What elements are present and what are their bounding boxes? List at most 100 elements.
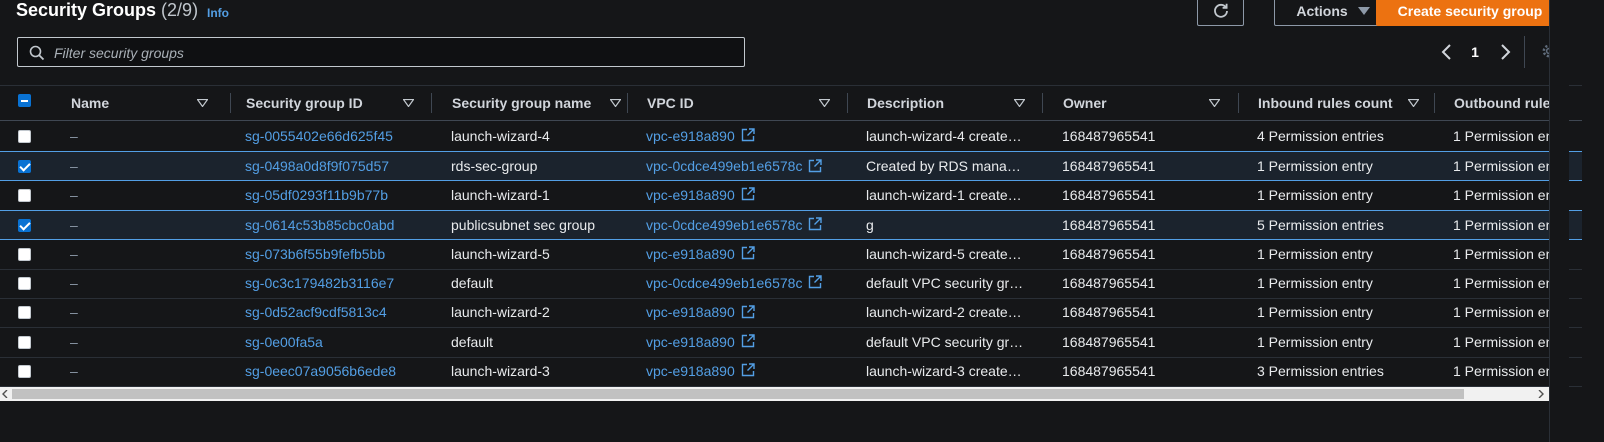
vpc-id-link[interactable]: vpc-e918a890 [646,328,841,357]
cell-text[interactable]: vpc-e918a890 [646,128,735,144]
external-link-icon[interactable] [741,304,755,319]
column-divider[interactable] [431,93,432,113]
table-row[interactable]: – sg-073b6f55b9fefb5bb launch-wizard-5 vpc-… [0,240,1582,270]
cell-text: 1 Permission entry [1453,275,1549,291]
scrollbar-thumb[interactable] [12,389,1464,399]
refresh-button[interactable] [1197,0,1244,26]
table-row[interactable]: – sg-0498a0d8f9f075d57 rds-sec-group vpc-0c… [0,151,1582,182]
column-divider[interactable] [1238,93,1239,113]
col-header-security-group-id[interactable]: Security group ID [246,86,416,120]
external-link-icon[interactable] [808,275,823,289]
cell-text[interactable]: sg-0e00fa5a [245,334,323,350]
cell-text[interactable]: sg-073b6f55b9fefb5bb [245,246,385,262]
actions-button[interactable]: Actions [1274,0,1392,26]
security-group-id-link[interactable]: sg-0498a0d8f9f075d57 [245,152,425,181]
scroll-left-icon[interactable] [2,390,8,398]
table-row[interactable]: – sg-0e00fa5a default vpc-e918a890 default V… [0,328,1582,358]
cell-text[interactable]: sg-0d52acf9cdf5813c4 [245,304,387,320]
chevron-right-icon[interactable] [1498,40,1512,64]
cell-outbound-rules-count: 1 Permission entry [1453,328,1549,357]
security-group-id-link[interactable]: sg-0eec07a9056b6ede8 [245,357,425,386]
cell-text[interactable]: sg-05df0293f11b9b77b [245,187,388,203]
create-security-group-button[interactable]: Create security group [1376,0,1564,26]
col-header-security-group-name[interactable]: Security group name [452,86,622,120]
cell-text[interactable]: vpc-e918a890 [646,334,735,350]
cell-text[interactable]: vpc-e918a890 [646,246,735,262]
security-group-id-link[interactable]: sg-073b6f55b9fefb5bb [245,240,425,269]
external-link-icon[interactable] [741,187,755,201]
external-link-icon[interactable] [741,363,755,377]
col-header-owner[interactable]: Owner [1063,86,1233,120]
filter-input[interactable] [52,42,736,64]
table-row[interactable]: – sg-0d52acf9cdf5813c4 launch-wizard-2 vpc-… [0,298,1582,329]
row-checkbox[interactable] [18,247,31,261]
security-group-id-link[interactable]: sg-05df0293f11b9b77b [245,181,425,210]
column-divider[interactable] [1434,93,1435,113]
column-divider[interactable] [1042,93,1043,113]
col-header-inbound-rules-count[interactable]: Inbound rules count [1258,86,1428,120]
table-row[interactable]: – sg-0c3c179482b3116e7 default vpc-0cdce499… [0,269,1582,299]
chevron-left-icon[interactable] [1440,40,1454,64]
cell-outbound-rules-count: 1 Permission entry [1453,211,1549,240]
vpc-id-link[interactable]: vpc-e918a890 [646,240,841,269]
cell-text[interactable]: vpc-e918a890 [646,363,735,379]
scroll-right-icon[interactable] [1538,390,1544,398]
cell-text[interactable]: sg-0c3c179482b3116e7 [245,275,394,291]
cell-text[interactable]: vpc-0cdce499eb1e6578c [646,275,802,291]
vpc-id-link[interactable]: vpc-0cdce499eb1e6578c [646,211,841,240]
cell-text[interactable]: sg-0eec07a9056b6ede8 [245,363,396,379]
current-page[interactable]: 1 [1468,40,1482,64]
select-all-checkbox[interactable] [18,94,31,107]
security-group-id-link[interactable]: sg-0614c53b85cbc0abd [245,211,425,240]
col-header-outbound-rules-count[interactable]: Outbound rules count [1454,86,1549,120]
cell-text: 1 Permission entry [1257,158,1373,175]
vpc-id-link[interactable]: vpc-0cdce499eb1e6578c [646,152,841,181]
cell-text[interactable]: vpc-e918a890 [646,187,735,203]
column-divider[interactable] [847,93,848,113]
row-checkbox[interactable] [18,335,31,349]
column-divider[interactable] [230,93,231,113]
vpc-id-link[interactable]: vpc-e918a890 [646,298,841,327]
vertical-scrollbar-track[interactable] [1549,0,1569,442]
cell-security-group-name: default [451,328,621,357]
col-header-vpc-id[interactable]: VPC ID [647,86,837,120]
row-checkbox[interactable] [18,306,31,320]
column-divider[interactable] [627,93,628,113]
col-header-name[interactable]: Name [71,86,211,120]
security-group-id-link[interactable]: sg-0055402e66d625f45 [245,122,425,151]
table-row[interactable]: – sg-0614c53b85cbc0abd publicsubnet sec gr… [0,210,1582,241]
security-group-id-link[interactable]: sg-0d52acf9cdf5813c4 [245,298,425,327]
cell-text[interactable]: sg-0614c53b85cbc0abd [245,217,394,233]
external-link-icon[interactable] [741,246,755,260]
row-checkbox[interactable] [18,160,31,174]
cell-text: launch-wizard-4 created 2023-07-10T... [866,128,1026,144]
cell-text[interactable]: vpc-0cdce499eb1e6578c [646,158,802,174]
row-checkbox[interactable] [18,219,31,233]
row-checkbox[interactable] [18,277,31,290]
col-header-description[interactable]: Description [867,86,1037,120]
external-link-icon[interactable] [741,128,755,142]
row-checkbox[interactable] [18,130,31,143]
external-link-icon[interactable] [808,158,823,173]
cell-inbound-rules-count: 1 Permission entry [1257,181,1432,210]
cell-text[interactable]: vpc-e918a890 [646,304,735,320]
info-link[interactable]: Info [207,6,229,20]
security-group-id-link[interactable]: sg-0e00fa5a [245,328,425,357]
row-checkbox[interactable] [18,188,31,202]
table-row[interactable]: – sg-0055402e66d625f45 launch-wizard-4 vpc-… [0,122,1582,152]
table-row[interactable]: – sg-05df0293f11b9b77b launch-wizard-1 vpc-… [0,181,1582,211]
vpc-id-link[interactable]: vpc-e918a890 [646,181,841,210]
vpc-id-link[interactable]: vpc-0cdce499eb1e6578c [646,269,841,298]
external-link-icon[interactable] [741,334,755,348]
table-row[interactable]: – sg-0eec07a9056b6ede8 launch-wizard-3 vpc-… [0,357,1582,388]
row-checkbox[interactable] [18,365,31,379]
cell-text[interactable]: sg-0055402e66d625f45 [245,128,393,144]
cell-description: default VPC security group [866,328,1026,357]
horizontal-scrollbar[interactable] [0,387,1549,401]
external-link-icon[interactable] [808,217,823,231]
vpc-id-link[interactable]: vpc-e918a890 [646,122,841,151]
cell-text[interactable]: vpc-0cdce499eb1e6578c [646,217,802,233]
vpc-id-link[interactable]: vpc-e918a890 [646,357,841,386]
cell-text[interactable]: sg-0498a0d8f9f075d57 [245,158,389,174]
security-group-id-link[interactable]: sg-0c3c179482b3116e7 [245,269,425,298]
